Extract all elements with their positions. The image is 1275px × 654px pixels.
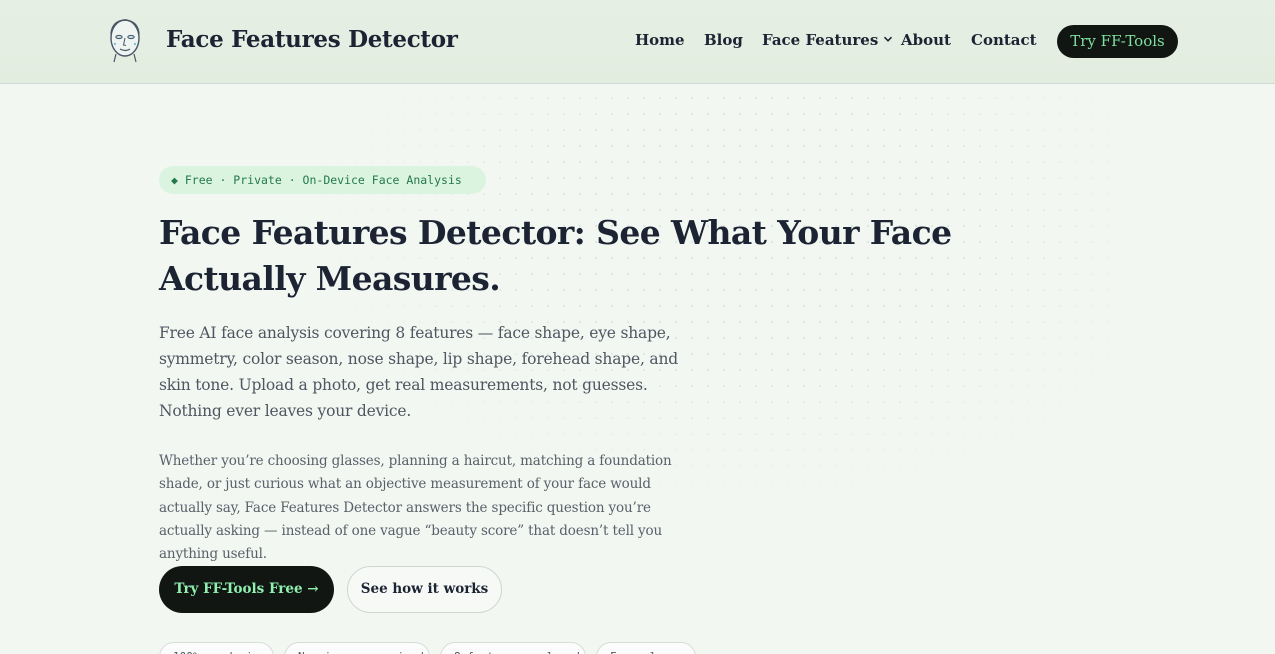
nav-item-home[interactable]: Home (635, 31, 685, 49)
feature-chip: No sign-up required (284, 642, 430, 654)
brand-title[interactable]: Face Features Detector (166, 26, 458, 53)
nav-item-blog[interactable]: Blog (704, 31, 743, 49)
feature-chip: Free always (596, 642, 696, 654)
try-ff-tools-free-button[interactable]: Try FF-Tools Free → (159, 566, 334, 613)
hero-lead-text: Free AI face analysis covering 8 feature… (159, 324, 678, 420)
site-header: Face Features Detector Home Blog Face Fe… (0, 0, 1275, 84)
nav-item-about[interactable]: About (901, 31, 951, 49)
feature-chip: 8 features analyzed (440, 642, 586, 654)
nav-item-face-features[interactable]: Face Features (762, 31, 893, 49)
nav-item-face-features-label: Face Features (762, 31, 879, 49)
nav-item-contact[interactable]: Contact (971, 31, 1037, 49)
try-ff-tools-button[interactable]: Try FF-Tools (1057, 25, 1178, 58)
feature-chip: 100% on-device (159, 642, 274, 654)
face-outline-icon[interactable] (104, 16, 146, 64)
feature-badge: ◆ Free · Private · On-Device Face Analys… (159, 166, 486, 194)
page-title: Face Features Detector: See What Your Fa… (159, 213, 952, 298)
chevron-down-icon (884, 36, 893, 42)
hero-body-text: Whether you’re choosing glasses, plannin… (159, 453, 672, 563)
see-how-it-works-button[interactable]: See how it works (347, 566, 502, 613)
